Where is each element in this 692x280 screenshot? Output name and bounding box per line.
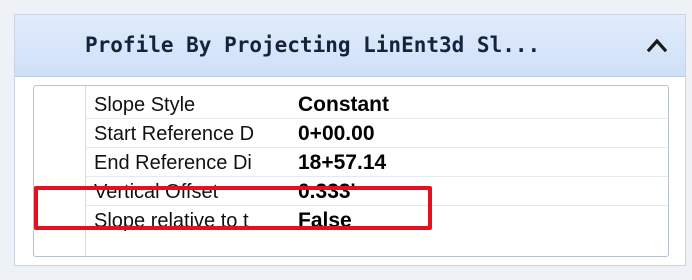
property-row-end-reference[interactable]: End Reference Di 18+57.14 bbox=[86, 148, 668, 177]
row-gutter bbox=[34, 86, 86, 256]
property-value[interactable]: Constant bbox=[298, 93, 389, 116]
property-row-start-reference[interactable]: Start Reference D 0+00.00 bbox=[86, 119, 668, 148]
panel-title: Profile By Projecting LinEnt3d Sl... bbox=[85, 33, 541, 57]
property-value[interactable]: 18+57.14 bbox=[298, 151, 386, 174]
property-value[interactable]: False bbox=[298, 209, 352, 232]
property-label: Slope relative to t bbox=[94, 210, 249, 232]
property-label: Slope Style bbox=[94, 94, 196, 116]
property-label: End Reference Di bbox=[94, 152, 252, 174]
property-label: Start Reference D bbox=[94, 123, 255, 145]
property-value[interactable]: 0.333' bbox=[298, 180, 356, 203]
panel-header[interactable]: Profile By Projecting LinEnt3d Sl... bbox=[15, 15, 685, 77]
collapse-button[interactable] bbox=[643, 31, 671, 59]
properties-panel: Profile By Projecting LinEnt3d Sl... Slo… bbox=[14, 14, 686, 266]
property-value[interactable]: 0+00.00 bbox=[298, 122, 375, 145]
chevron-up-icon bbox=[647, 38, 667, 52]
property-grid: Slope Style Constant Start Reference D 0… bbox=[33, 85, 669, 257]
property-row-vertical-offset[interactable]: Vertical Offset 0.333' bbox=[86, 177, 668, 206]
property-row-slope-style[interactable]: Slope Style Constant bbox=[86, 90, 668, 119]
property-label: Vertical Offset bbox=[94, 181, 219, 203]
property-row-slope-relative[interactable]: Slope relative to t False bbox=[86, 206, 668, 235]
